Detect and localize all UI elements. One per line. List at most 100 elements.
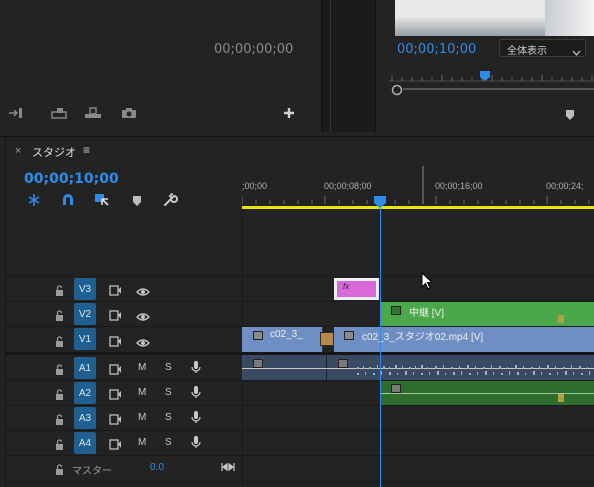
add-marker-icon[interactable] [131, 194, 143, 206]
export-frame-lift-icon[interactable] [84, 106, 102, 120]
fx-icon [391, 306, 401, 315]
track-target-v3[interactable]: V3 [74, 278, 96, 300]
track-label: A1 [78, 362, 92, 374]
master-volume-value[interactable]: 0.0 [150, 462, 164, 473]
track-target-a4[interactable]: A4 [74, 432, 96, 454]
microphone-icon[interactable] [191, 435, 201, 454]
close-tab-button[interactable]: × [15, 145, 21, 157]
mute-button[interactable]: M [138, 437, 146, 448]
track-divider [6, 481, 594, 482]
nest-sequence-icon[interactable] [26, 193, 42, 207]
program-timecode[interactable]: 00;00;10;00 [397, 42, 476, 57]
track-label: A4 [78, 437, 92, 449]
timeline-ruler[interactable]: ;00;00 00;00;08;00 00;00;16;00 00;00;24; [242, 166, 594, 210]
microphone-icon[interactable] [191, 385, 201, 404]
v2-title-clip[interactable]: 中継 [V] [380, 302, 594, 326]
sync-lock-icon[interactable] [109, 362, 122, 380]
v1-clip-b[interactable]: c02_3_スタジオ02.mp4 [V] [334, 327, 594, 352]
source-timecode: 00;00;00;00 [214, 42, 294, 57]
a2-audio-clip[interactable] [380, 381, 594, 405]
a1-audio-clip-a[interactable] [242, 355, 327, 380]
fx-icon [338, 359, 348, 368]
v3-clip[interactable]: fx [334, 278, 379, 300]
sync-lock-icon[interactable] [109, 387, 122, 405]
lock-icon[interactable] [55, 334, 64, 352]
track-target-a2[interactable]: A2 [74, 382, 96, 404]
microphone-icon[interactable] [191, 360, 201, 379]
track-label: V3 [78, 283, 92, 295]
overwrite-icon[interactable] [50, 106, 68, 120]
keyframe-marker [558, 394, 564, 402]
lock-icon[interactable] [55, 387, 64, 405]
track-label: V1 [78, 333, 92, 345]
linked-selection-icon[interactable] [94, 193, 110, 207]
track-target-v1[interactable]: V1 [74, 328, 96, 350]
zoom-select-value: 全体表示 [507, 46, 547, 57]
track-target-v2[interactable]: V2 [74, 303, 96, 325]
sync-lock-icon[interactable] [109, 334, 122, 352]
program-time-ruler[interactable] [389, 66, 594, 82]
mute-button[interactable]: M [138, 387, 146, 398]
track-divider [6, 405, 594, 406]
zoom-scroll-bar[interactable] [403, 88, 594, 90]
master-go-to-in-out-icon[interactable] [221, 459, 235, 477]
track-target-a1[interactable]: A1 [74, 357, 96, 379]
lock-icon[interactable] [55, 437, 64, 455]
track-divider [6, 276, 594, 277]
eye-icon[interactable] [136, 284, 150, 302]
sync-lock-icon[interactable] [109, 437, 122, 455]
fx-icon [253, 359, 263, 368]
mute-button[interactable]: M [138, 362, 146, 373]
marker-icon[interactable] [564, 108, 576, 120]
snap-magnet-icon[interactable] [61, 193, 75, 207]
solo-button[interactable]: S [165, 362, 172, 373]
source-monitor-panel [0, 0, 322, 132]
volume-line [242, 368, 327, 369]
solo-button[interactable]: S [165, 437, 172, 448]
track-label: A2 [78, 387, 92, 399]
lock-icon[interactable] [55, 462, 64, 480]
eye-icon[interactable] [136, 309, 150, 327]
zoom-select[interactable]: 全体表示 [499, 39, 586, 57]
mute-button[interactable]: M [138, 412, 146, 423]
transition[interactable] [320, 332, 334, 346]
solo-button[interactable]: S [165, 412, 172, 423]
timeline-tab-title[interactable]: スタジオ [32, 144, 76, 160]
lock-icon[interactable] [55, 412, 64, 430]
chevron-down-icon [572, 44, 581, 62]
track-divider [6, 430, 594, 431]
panel-menu-icon[interactable]: ≡ [83, 143, 90, 157]
add-button[interactable] [282, 106, 296, 120]
timeline-playhead-line [380, 207, 381, 487]
program-playhead[interactable] [480, 68, 490, 81]
panel-divider-line [330, 0, 331, 132]
track-divider [6, 455, 594, 456]
insert-icon[interactable] [8, 106, 24, 120]
fx-icon [391, 384, 401, 393]
eye-icon[interactable] [136, 335, 150, 353]
fx-icon [253, 331, 263, 340]
timeline-playhead-timecode[interactable]: 00;00;10;00 [24, 171, 119, 187]
camera-icon[interactable] [121, 106, 137, 120]
timeline-playhead-handle[interactable] [374, 195, 386, 208]
clip-name: c02_3_ [270, 329, 303, 340]
fx-badge: fx [343, 282, 350, 291]
track-label: A3 [78, 412, 92, 424]
track-label: V2 [78, 308, 92, 320]
lock-icon[interactable] [55, 283, 64, 301]
sync-lock-icon[interactable] [109, 283, 122, 301]
track-target-a3[interactable]: A3 [74, 407, 96, 429]
fx-icon [344, 331, 354, 340]
lock-icon[interactable] [55, 308, 64, 326]
sync-lock-icon[interactable] [109, 308, 122, 326]
microphone-icon[interactable] [191, 410, 201, 429]
v1-clip-a[interactable]: c02_3_ [242, 327, 323, 352]
wrench-icon[interactable] [162, 193, 178, 207]
clip-name: 中継 [V] [409, 308, 445, 319]
work-area-bar[interactable] [242, 206, 594, 209]
lock-icon[interactable] [55, 362, 64, 380]
zoom-scroll-handle[interactable] [391, 83, 403, 96]
sync-lock-icon[interactable] [109, 412, 122, 430]
solo-button[interactable]: S [165, 387, 172, 398]
a1-audio-clip-b[interactable] [327, 355, 594, 380]
